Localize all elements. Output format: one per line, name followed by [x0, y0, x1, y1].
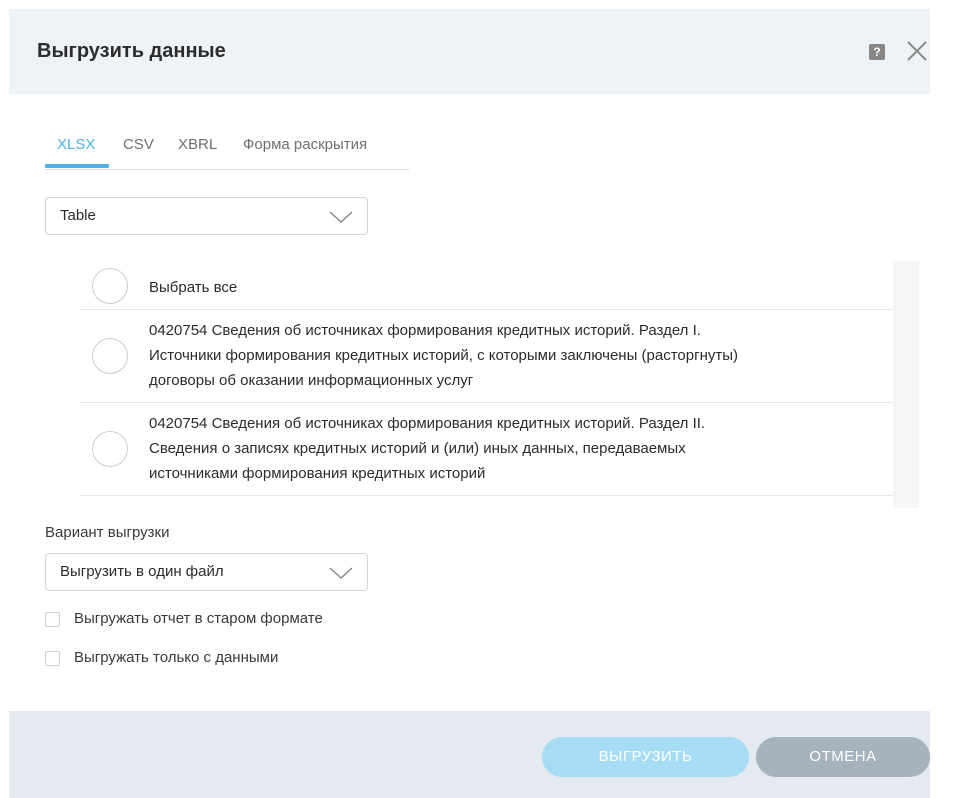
- item-text-line: источниками формирования кредитных истор…: [149, 465, 486, 482]
- tab-xbrl[interactable]: XBRL: [178, 136, 217, 153]
- tab-csv[interactable]: CSV: [123, 136, 154, 153]
- item-text-line: Сведения о записях кредитных историй и (…: [149, 440, 686, 457]
- list-item-select-all[interactable]: Выбрать все: [81, 261, 893, 310]
- dialog-title: Выгрузить данные: [37, 40, 226, 62]
- select-all-radio[interactable]: [92, 268, 128, 304]
- export-variant-value: Выгрузить в один файл: [60, 563, 224, 580]
- list-item[interactable]: 0420754 Сведения об источниках формирова…: [81, 310, 893, 403]
- tab-xlsx[interactable]: XLSX: [57, 136, 95, 153]
- only-data-checkbox[interactable]: [45, 651, 60, 666]
- item-radio[interactable]: [92, 338, 128, 374]
- dialog-header: Выгрузить данные ?: [9, 9, 930, 94]
- chevron-down-icon: [329, 567, 353, 580]
- active-tab-indicator: [45, 164, 109, 168]
- old-format-label[interactable]: Выгружать отчет в старом формате: [74, 610, 323, 627]
- table-select[interactable]: Table: [45, 197, 368, 235]
- close-icon[interactable]: [902, 36, 932, 66]
- item-text-line: договоры об оказании информационных услу…: [149, 372, 474, 389]
- tab-disclosure-form[interactable]: Форма раскрытия: [243, 136, 367, 153]
- item-text-line: 0420754 Сведения об источниках формирова…: [149, 415, 706, 432]
- item-text-line: Источники формирования кредитных историй…: [149, 347, 739, 364]
- dialog-footer: ВЫГРУЗИТЬ ОТМЕНА: [9, 711, 930, 798]
- old-format-checkbox[interactable]: [45, 612, 60, 627]
- select-all-label: Выбрать все: [149, 279, 238, 296]
- export-button[interactable]: ВЫГРУЗИТЬ: [542, 737, 749, 777]
- export-variant-select[interactable]: Выгрузить в один файл: [45, 553, 368, 591]
- form-list: Выбрать все 0420754 Сведения об источник…: [45, 261, 919, 508]
- help-icon[interactable]: ?: [869, 44, 885, 60]
- chevron-down-icon: [329, 211, 353, 224]
- item-radio[interactable]: [92, 431, 128, 467]
- export-variant-label: Вариант выгрузки: [45, 524, 170, 541]
- list-item[interactable]: 0420754 Сведения об источниках формирова…: [81, 403, 893, 496]
- item-text-line: 0420754 Сведения об источниках формирова…: [149, 322, 701, 339]
- table-select-value: Table: [60, 207, 96, 224]
- only-data-label[interactable]: Выгружать только с данными: [74, 649, 278, 666]
- format-tabs: XLSX CSV XBRL Форма раскрытия: [45, 136, 409, 170]
- export-dialog: Выгрузить данные ? XLSX CSV XBRL Форма р…: [9, 9, 930, 798]
- cancel-button[interactable]: ОТМЕНА: [756, 737, 930, 777]
